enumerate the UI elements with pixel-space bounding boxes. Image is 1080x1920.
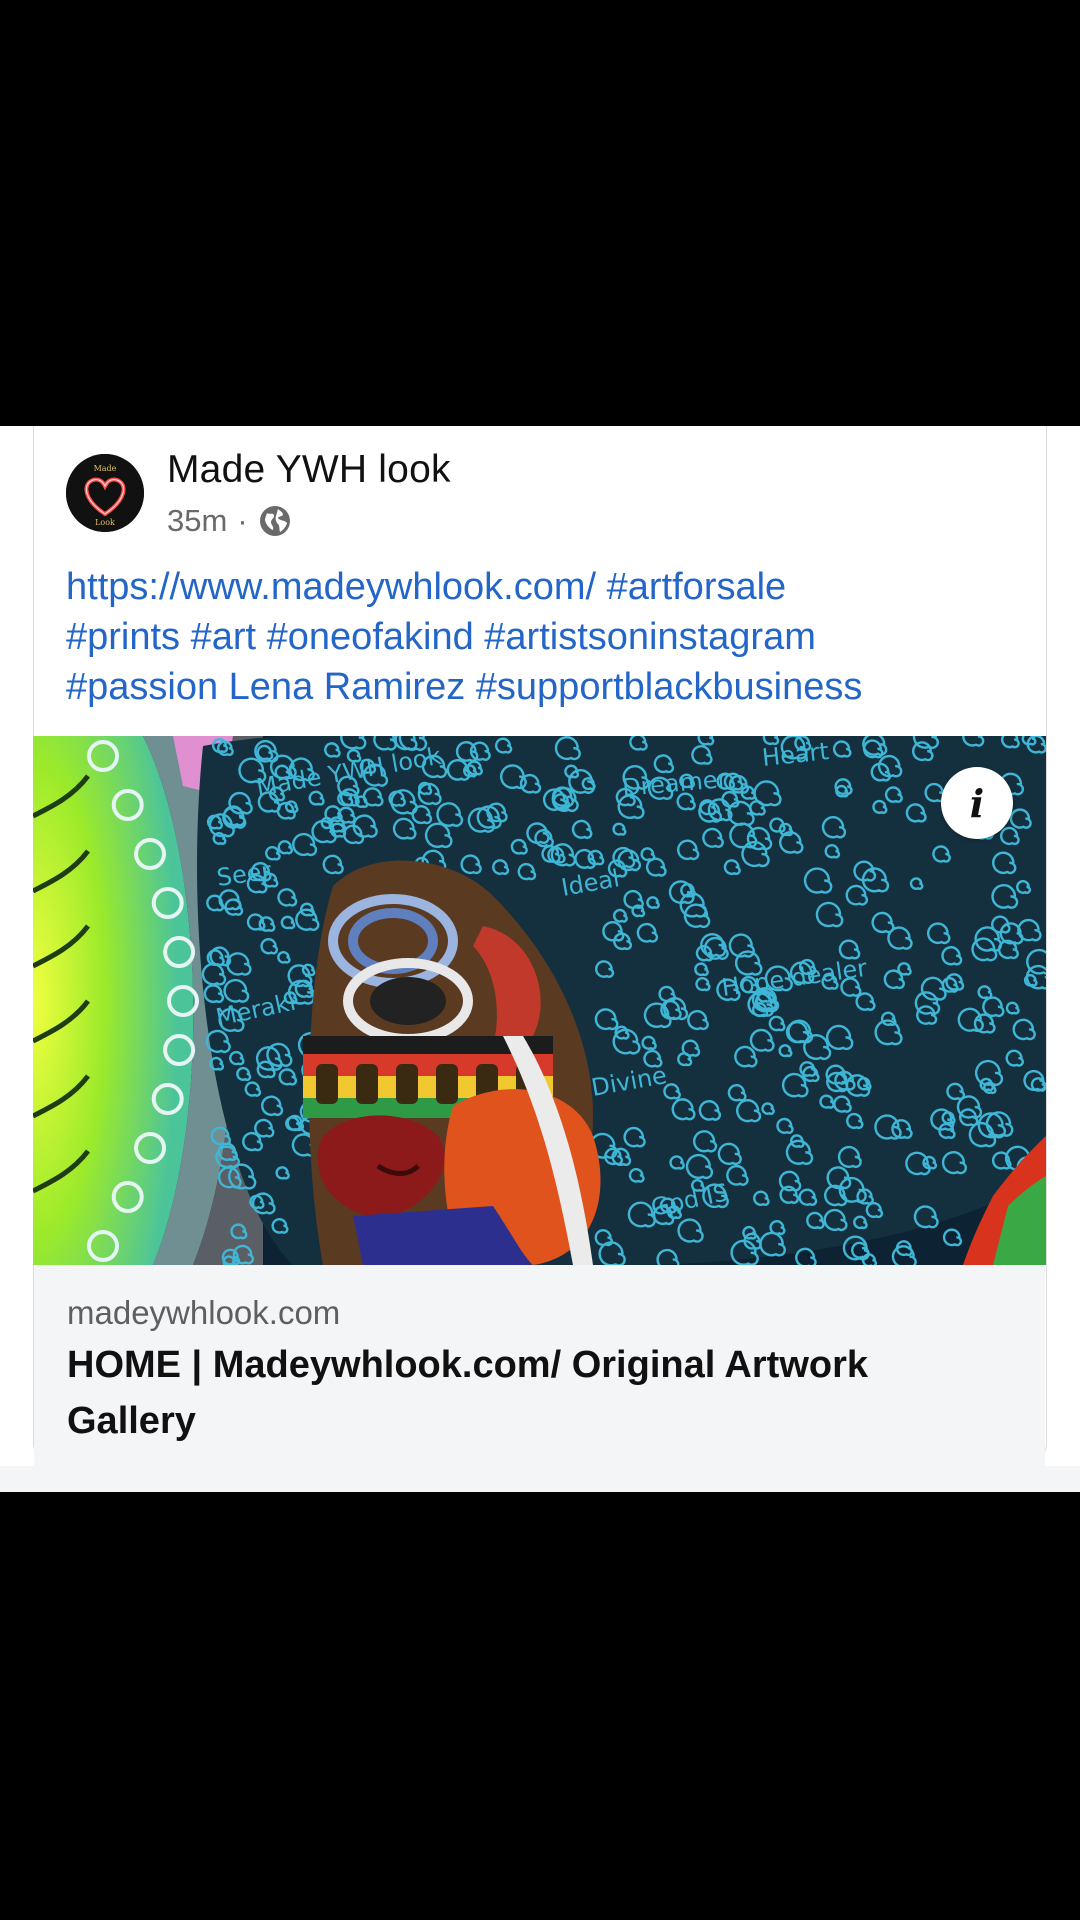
post-text-line-2[interactable]: #prints #art #oneofakind #artistsoninsta…	[66, 612, 1026, 662]
post-time[interactable]: 35m	[167, 503, 227, 539]
globe-icon[interactable]	[258, 504, 292, 538]
link-domain[interactable]: madeywhlook.com	[67, 1294, 340, 1332]
post-text-line-1[interactable]: https://www.madeywhlook.com/ #artforsale	[66, 562, 1026, 612]
avatar[interactable]: Made Look	[66, 454, 144, 532]
post-text: https://www.madeywhlook.com/ #artforsale…	[66, 562, 1026, 712]
post-text-line-3[interactable]: #passion Lena Ramirez #supportblackbusin…	[66, 662, 1026, 712]
card-bottom-strip	[0, 1466, 1080, 1492]
info-icon[interactable]: i	[941, 767, 1013, 839]
heart-logo-icon: Made Look	[66, 454, 144, 532]
bottle-mark	[396, 1064, 418, 1104]
link-title[interactable]: HOME | Madeywhlook.com/ Original Artwork…	[67, 1337, 997, 1449]
post-meta: 35m ·	[167, 503, 292, 539]
avatar-text-bottom: Look	[95, 518, 115, 527]
bottle-mark	[356, 1064, 378, 1104]
link-preview-image[interactable]: Made YWH look Dreamer Heart Seer Meraki Hope …	[33, 736, 1046, 1265]
bottle-mark	[436, 1064, 458, 1104]
artwork-image: Made YWH look DreamerHeartSeerMerakiHope …	[33, 736, 1046, 1265]
author-name[interactable]: Made YWH look	[167, 448, 451, 492]
bottle-mark	[316, 1064, 338, 1104]
meta-separator: ·	[237, 503, 248, 538]
avatar-text-top: Made	[94, 464, 117, 473]
